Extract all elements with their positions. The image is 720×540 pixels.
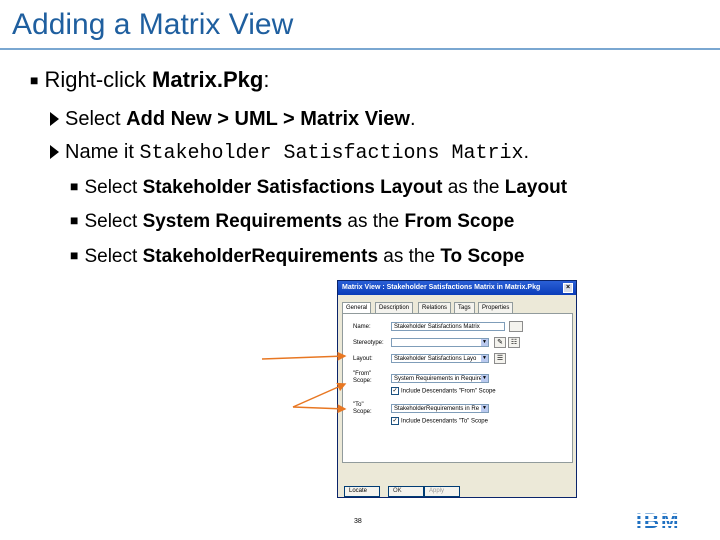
- arrow-to-layout: [261, 351, 347, 361]
- ibm-logo: IBM: [636, 510, 700, 534]
- arrow-to-to-scope: [292, 404, 347, 414]
- pointer-arrows: [261, 351, 347, 414]
- arrow-to-from-scope: [292, 382, 347, 408]
